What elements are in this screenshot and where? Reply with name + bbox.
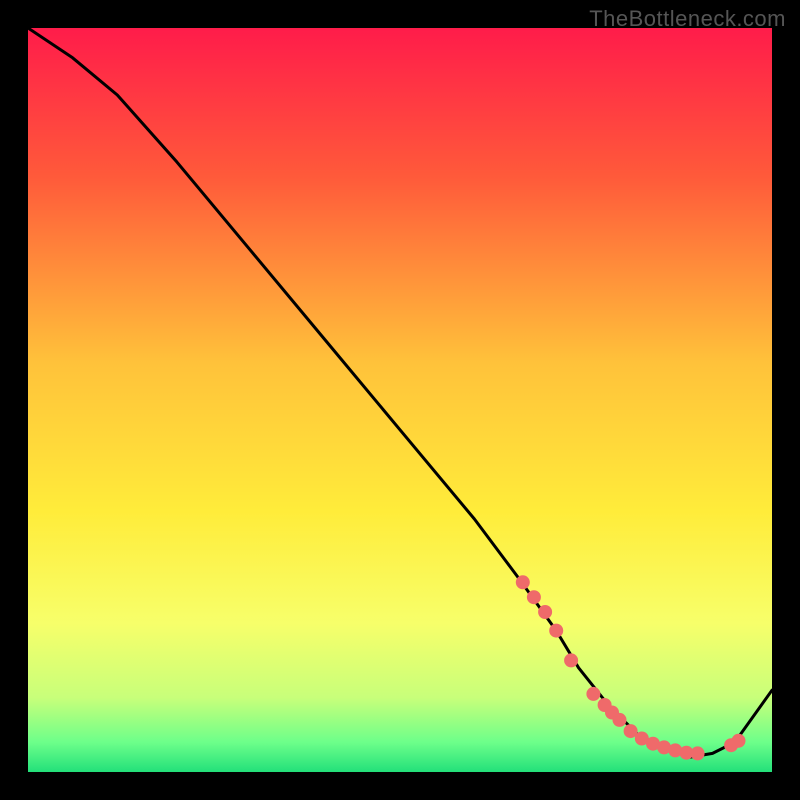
gradient-background — [28, 28, 772, 772]
highlight-point — [564, 653, 578, 667]
plot-area — [28, 28, 772, 772]
chart-frame: TheBottleneck.com — [0, 0, 800, 800]
highlight-point — [613, 713, 627, 727]
watermark-text: TheBottleneck.com — [589, 6, 786, 32]
highlight-point — [586, 687, 600, 701]
highlight-point — [516, 575, 530, 589]
highlight-point — [538, 605, 552, 619]
highlight-point — [527, 590, 541, 604]
highlight-point — [691, 746, 705, 760]
chart-svg — [28, 28, 772, 772]
highlight-point — [732, 734, 746, 748]
highlight-point — [549, 624, 563, 638]
